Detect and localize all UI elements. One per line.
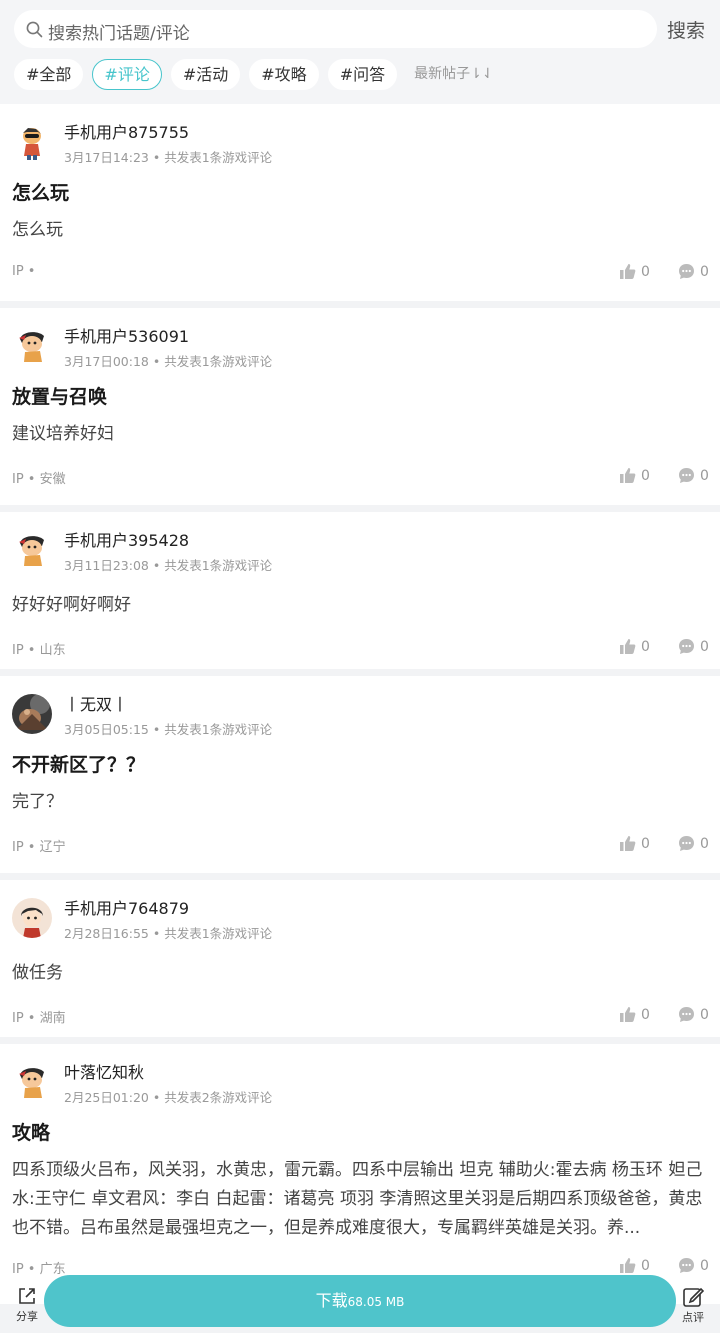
post-card[interactable]: 叶落忆知秋 2月25日01:20 • 共发表2条游戏评论 攻略 四系顶级火吕布，… [0,1044,720,1304]
post-body: 怎么玩 [12,220,63,240]
like-count: 0 [641,1006,650,1023]
review-button[interactable]: 点评 [678,1286,708,1325]
avatar[interactable] [12,530,52,570]
download-button[interactable]: 下载68.05 MB [44,1275,676,1327]
tag-all[interactable]: #全部 [14,59,84,90]
comment-icon [679,468,694,483]
comment-icon [679,639,694,654]
like-button[interactable]: 0 [619,638,650,655]
avatar[interactable] [12,122,52,162]
share-button[interactable]: 分享 [12,1286,42,1324]
tag-guide[interactable]: #攻略 [249,59,319,90]
comment-count: 0 [700,638,709,655]
review-label: 点评 [682,1311,704,1324]
share-icon [19,1288,35,1304]
post-username[interactable]: 手机用户536091 [64,323,189,347]
post-username[interactable]: 手机用户764879 [64,895,189,919]
like-count: 0 [641,638,650,655]
comment-icon [679,836,694,851]
thumb-up-icon [620,639,636,654]
comment-button[interactable]: 0 [678,1006,709,1023]
like-button[interactable]: 0 [619,835,650,852]
post-meta: 2月28日16:55 • 共发表1条游戏评论 [64,926,273,941]
like-button[interactable]: 0 [619,1006,650,1023]
post-meta: 2月25日01:20 • 共发表2条游戏评论 [64,1090,273,1105]
share-label: 分享 [16,1310,38,1323]
avatar[interactable] [12,1062,52,1102]
tag-activity[interactable]: #活动 [170,59,241,90]
post-meta: 3月17日14:23 • 共发表1条游戏评论 [64,150,273,165]
post-card[interactable]: 手机用户764879 2月28日16:55 • 共发表1条游戏评论 做任务 IP… [0,880,720,1037]
post-username[interactable]: 手机用户875755 [64,119,189,143]
post-title: 怎么玩 [12,182,70,204]
thumb-up-icon [620,836,636,851]
comment-count: 0 [700,1006,709,1023]
download-size: 68.05 MB [347,1295,405,1309]
comment-button[interactable]: 0 [678,263,709,280]
like-count: 0 [641,467,650,484]
edit-icon [683,1287,704,1307]
post-meta: 3月11日23:08 • 共发表1条游戏评论 [64,558,273,573]
post-card[interactable]: 手机用户875755 3月17日14:23 • 共发表1条游戏评论 怎么玩 怎么… [0,104,720,301]
download-label: 下载 [315,1291,348,1310]
post-username[interactable]: 丨无双丨 [64,691,128,715]
comment-count: 0 [700,263,709,280]
like-count: 0 [641,835,650,852]
like-count: 0 [641,263,650,280]
post-body: 好好好啊好啊好 [12,595,131,615]
thumb-up-icon [620,264,636,279]
search-button[interactable]: 搜索 [667,16,705,43]
post-ip-location: IP • 安徽 [12,472,66,487]
post-meta: 3月17日00:18 • 共发表1条游戏评论 [64,354,273,369]
post-body: 建议培养好妇 [12,424,114,444]
post-title: 攻略 [12,1122,51,1144]
thumb-up-icon [620,1007,636,1022]
bottom-action-bar: 分享 下载68.05 MB 点评 [0,1272,720,1333]
thumb-up-icon [620,468,636,483]
like-button[interactable]: 0 [619,467,650,484]
post-body: 完了？ [12,792,63,812]
post-title: 放置与召唤 [12,386,108,408]
post-list: 手机用户875755 3月17日14:23 • 共发表1条游戏评论 怎么玩 怎么… [0,104,720,1311]
search-input[interactable]: 搜索热门话题/评论 [14,10,657,48]
tag-review[interactable]: #评论 [92,59,162,90]
tag-qa[interactable]: #问答 [327,59,398,90]
search-icon [26,21,43,38]
tag-filter-bar: #全部 #评论 #活动 #攻略 #问答 最新帖子⇂⇃ [14,59,494,90]
post-ip-location: IP • 辽宁 [12,840,66,855]
post-title: 不开新区了？？ [12,754,146,776]
post-card[interactable]: 手机用户395428 3月11日23:08 • 共发表1条游戏评论 好好好啊好啊… [0,512,720,669]
post-ip-location: IP • 山东 [12,643,66,658]
post-body: 四系顶级火吕布，风关羽，水黄忠，雷元霸。四系中层输出 坦克 辅助火:霍去病 杨玉… [12,1160,703,1238]
post-ip-location: IP • 湖南 [12,1011,66,1026]
comment-button[interactable]: 0 [678,638,709,655]
post-meta: 3月05日05:15 • 共发表1条游戏评论 [64,722,273,737]
sort-toggle[interactable]: 最新帖子⇂⇃ [414,59,493,90]
post-card[interactable]: 丨无双丨 3月05日05:15 • 共发表1条游戏评论 不开新区了？？ 完了？ … [0,676,720,873]
comment-count: 0 [700,835,709,852]
comment-icon [679,1007,694,1022]
post-ip-location: IP • [12,264,36,279]
post-body: 做任务 [12,963,63,983]
header: 搜索热门话题/评论 搜索 #全部 #评论 #活动 #攻略 #问答 最新帖子⇂⇃ [0,0,720,104]
like-button[interactable]: 0 [619,263,650,280]
avatar[interactable] [12,326,52,366]
post-username[interactable]: 手机用户395428 [64,527,189,551]
avatar[interactable] [12,898,52,938]
search-placeholder: 搜索热门话题/评论 [48,24,190,44]
comment-button[interactable]: 0 [678,467,709,484]
avatar[interactable] [12,694,52,734]
comment-button[interactable]: 0 [678,835,709,852]
comment-count: 0 [700,467,709,484]
post-username[interactable]: 叶落忆知秋 [64,1059,144,1083]
comment-icon [679,264,694,279]
post-card[interactable]: 手机用户536091 3月17日00:18 • 共发表1条游戏评论 放置与召唤 … [0,308,720,505]
